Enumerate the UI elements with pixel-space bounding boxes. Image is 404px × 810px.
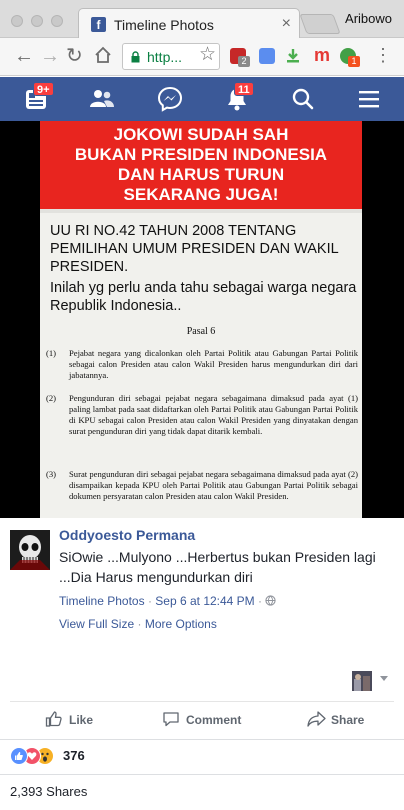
thumbs-up-icon [45, 711, 62, 727]
clause: (3) Surat pengunduran diri sebagai pejab… [46, 469, 358, 502]
more-options-link[interactable]: More Options [145, 617, 217, 631]
browser-tab[interactable]: f Timeline Photos × [78, 8, 300, 39]
url-text: http... [147, 49, 183, 65]
meta-separator: · [137, 617, 142, 631]
browser-menu-icon[interactable]: ⋮ [374, 46, 392, 64]
clause: (1) Pejabat negara yang dicalonkan oleh … [46, 348, 358, 381]
reaction-count[interactable]: 376 [63, 748, 85, 763]
clause-text: Pengunduran diri sebagai pejabat negara … [69, 393, 358, 436]
tab-close-icon[interactable]: × [282, 15, 291, 33]
meta-separator: · [258, 594, 263, 608]
forward-arrow-icon[interactable]: → [40, 45, 60, 67]
view-full-size-link[interactable]: View Full Size [59, 617, 134, 631]
pasal-heading: Pasal 6 [186, 326, 216, 337]
author-name[interactable]: Oddyoesto Permana [59, 527, 195, 543]
search-icon[interactable] [290, 86, 316, 112]
new-tab-button[interactable] [299, 14, 341, 34]
clause-number: (3) [46, 469, 57, 479]
facebook-nav-bar: 9+ 11 [0, 77, 404, 121]
album-link[interactable]: Timeline Photos [59, 594, 145, 608]
banner-line: DAN HARUS TURUN [117, 165, 285, 184]
facebook-favicon-icon: f [91, 17, 106, 32]
extension-shield-icon[interactable]: 2 [230, 48, 250, 67]
extension-badge: 2 [238, 56, 250, 67]
like-reaction-icon [10, 747, 28, 765]
banner-line: BUKAN PRESIDEN INDONESIA [74, 145, 328, 164]
tab-title: Timeline Photos [114, 17, 214, 33]
minimize-window-button[interactable] [31, 15, 43, 27]
post-details: Oddyoesto Permana SiOwie ...Mulyono ...H… [0, 518, 404, 810]
bookmark-star-icon[interactable]: ☆ [199, 43, 216, 66]
download-extension-icon[interactable] [285, 48, 301, 64]
post-date[interactable]: Sep 6 at 12:44 PM [155, 594, 254, 608]
law-title: UU RI NO.42 TAHUN 2008 TENTANG PEMILIHAN… [50, 223, 339, 275]
globe-icon [265, 595, 277, 606]
comment-label: Comment [186, 713, 242, 727]
notifications-badge: 11 [234, 82, 254, 96]
friends-icon[interactable] [89, 86, 115, 112]
meta-separator: · [147, 594, 152, 608]
green-extension-icon[interactable]: 1 [340, 48, 360, 67]
divider [0, 774, 404, 775]
banner-line: SEKARANG JUGA! [123, 185, 279, 204]
m-extension-icon[interactable]: m [314, 46, 330, 64]
comment-button[interactable]: Comment [162, 710, 252, 730]
browser-toolbar: ← → ↻ http... ☆ 2 m 1 ⋮ [0, 38, 404, 76]
banner-line: JOKOWI SUDAH SAH [113, 125, 289, 144]
clause-text: Pejabat negara yang dicalonkan oleh Part… [69, 348, 358, 380]
share-arrow-icon [307, 711, 326, 727]
clause: (2) Pengunduran diri sebagai pejabat neg… [46, 393, 358, 437]
back-arrow-icon[interactable]: ← [14, 45, 34, 67]
divider [10, 701, 394, 702]
clause-number: (2) [46, 393, 57, 403]
post-caption: SiOwie ...Mulyono ...Herbertus bukan Pre… [59, 549, 376, 585]
reload-icon[interactable]: ↻ [66, 45, 83, 67]
translate-extension-icon[interactable] [259, 48, 275, 64]
extension-badge: 1 [348, 56, 360, 67]
comment-icon [163, 712, 179, 727]
like-button[interactable]: Like [45, 710, 105, 730]
shares-count[interactable]: 2,393 Shares [10, 784, 87, 799]
hamburger-menu-icon[interactable] [356, 86, 382, 112]
messenger-icon[interactable] [157, 86, 183, 112]
react-as-avatar[interactable] [352, 671, 372, 691]
clause-number: (1) [46, 348, 57, 358]
share-button[interactable]: Share [307, 710, 377, 730]
photo-options: View Full Size · More Options [59, 617, 217, 631]
divider [0, 739, 404, 740]
lock-icon [131, 51, 140, 63]
zoom-window-button[interactable] [51, 15, 63, 27]
author-avatar[interactable] [10, 530, 50, 570]
feed-badge: 9+ [33, 82, 54, 96]
profile-name[interactable]: Aribowo [345, 11, 392, 26]
share-label: Share [331, 713, 365, 727]
browser-titlebar: f Timeline Photos × Aribowo [0, 0, 404, 39]
like-label: Like [69, 713, 94, 727]
photo-divider [40, 209, 362, 213]
timeline-photo[interactable]: JOKOWI SUDAH SAH BUKAN PRESIDEN INDONESI… [40, 121, 362, 518]
photo-viewer: JOKOWI SUDAH SAH BUKAN PRESIDEN INDONESI… [0, 121, 404, 518]
clause-text: Surat pengunduran diri sebagai pejabat n… [69, 469, 358, 501]
home-icon[interactable] [94, 46, 112, 69]
law-subtitle: Inilah yg perlu anda tahu sebagai warga … [50, 280, 357, 314]
photo-banner: JOKOWI SUDAH SAH BUKAN PRESIDEN INDONESI… [40, 121, 362, 209]
close-window-button[interactable] [11, 15, 23, 27]
post-meta: Timeline Photos · Sep 6 at 12:44 PM · [59, 594, 277, 608]
chevron-down-icon[interactable] [380, 676, 388, 681]
